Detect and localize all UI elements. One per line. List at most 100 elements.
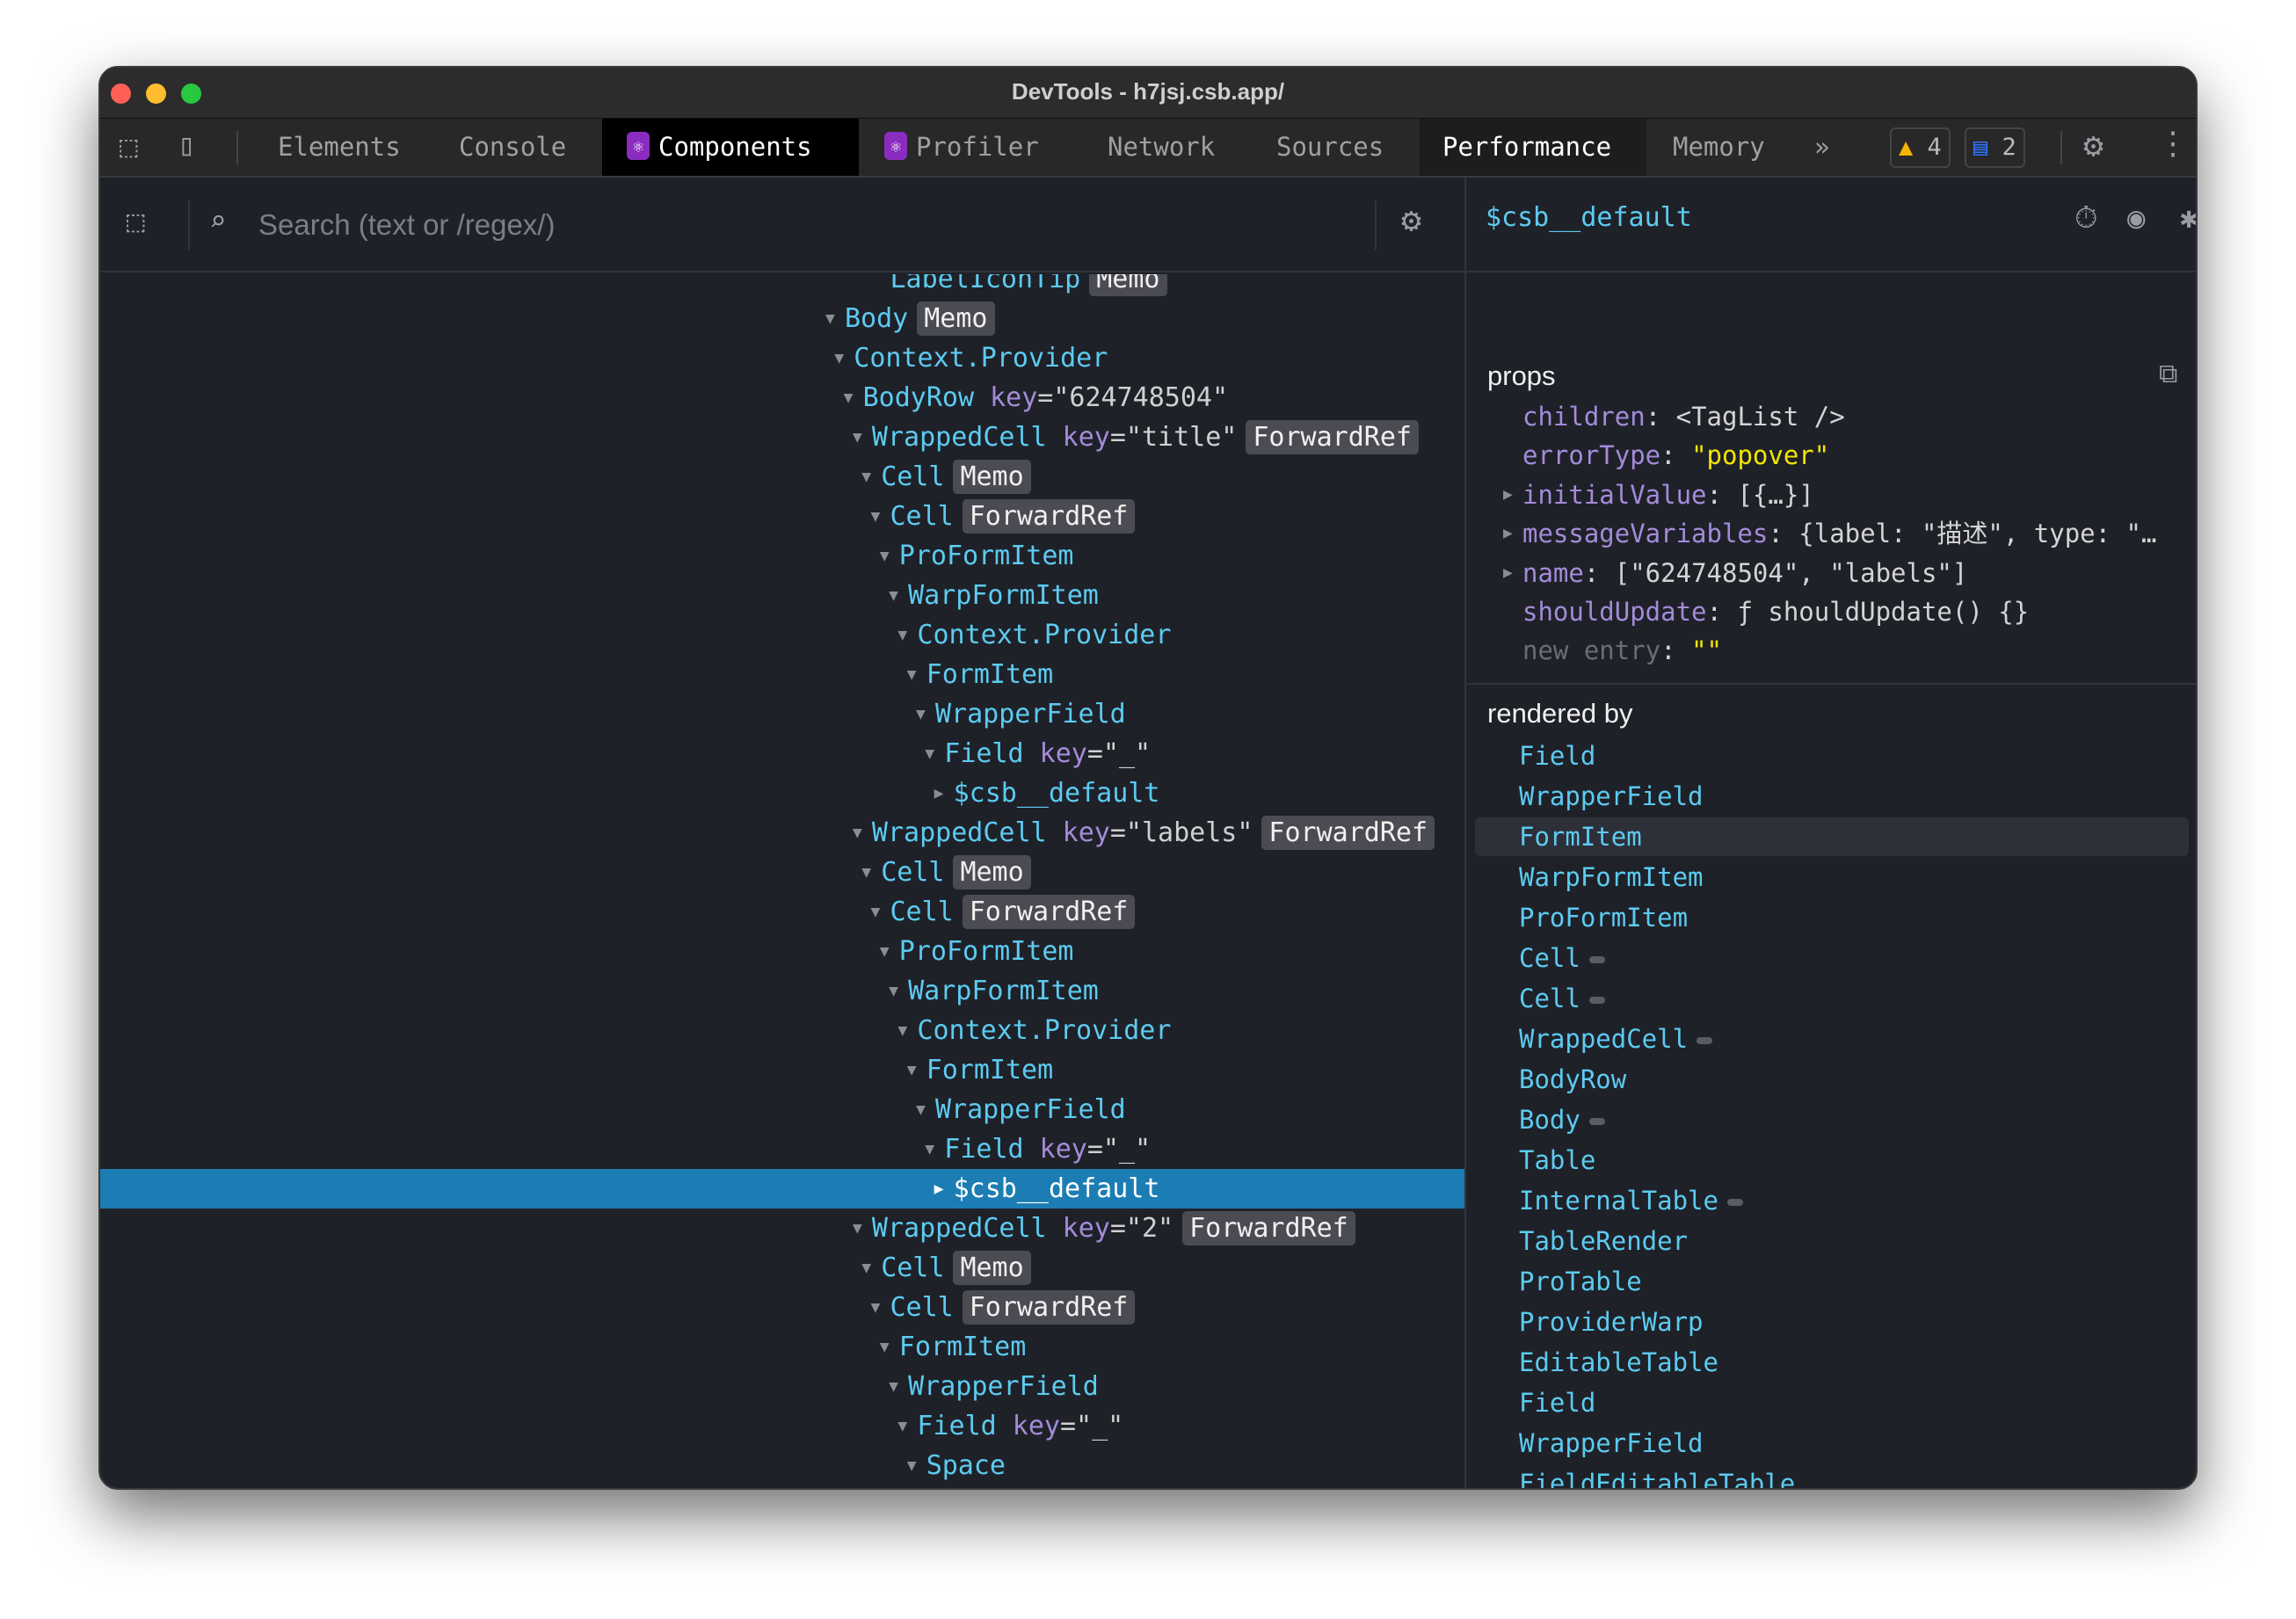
rendered-by-item[interactable]: Cell xyxy=(1475,979,2189,1018)
rendered-by-item[interactable]: InternalTable xyxy=(1475,1181,2189,1220)
collapse-arrow-icon[interactable]: ▼ xyxy=(880,1327,890,1367)
rendered-by-item[interactable]: BodyRow xyxy=(1475,1060,2189,1099)
tab-profiler[interactable]: ⚛ Profiler xyxy=(884,119,1039,176)
tab-elements[interactable]: Elements xyxy=(278,119,401,176)
stopwatch-icon[interactable]: ⏱ xyxy=(2074,200,2098,236)
prop-row[interactable]: ▶ messageVariables: {label: "描述", type: "… xyxy=(1503,514,2156,553)
more-options-icon[interactable]: ⋮ xyxy=(2157,126,2189,162)
rendered-by-item[interactable]: WrappedCell xyxy=(1475,1020,2189,1058)
tree-row[interactable]: ▼ WarpFormItem xyxy=(100,576,1464,615)
tree-row[interactable]: ▼ Context.Provider xyxy=(100,338,1464,378)
bug-icon[interactable]: ✱ xyxy=(2180,200,2196,236)
tab-sources[interactable]: Sources xyxy=(1276,119,1384,176)
collapse-arrow-icon[interactable]: ▼ xyxy=(916,1090,926,1129)
tab-network[interactable]: Network xyxy=(1108,119,1215,176)
tree-row[interactable]: ▼ ProFormItem xyxy=(100,536,1464,576)
tree-row[interactable]: ▼ Field key="_" xyxy=(100,1129,1464,1169)
settings-gear-icon[interactable]: ⚙ xyxy=(1401,200,1421,239)
prop-row[interactable]: children: <TagList /> xyxy=(1522,397,1845,436)
eye-icon[interactable]: ◉ xyxy=(2127,200,2145,236)
rendered-by-item[interactable]: TableRender xyxy=(1475,1222,2189,1260)
rendered-by-item[interactable]: Field xyxy=(1475,1383,2189,1422)
prop-row[interactable]: ▶ name: ["624748504", "labels"] xyxy=(1503,554,1967,592)
expand-arrow-icon[interactable]: ▶ xyxy=(934,1169,944,1209)
collapse-arrow-icon[interactable]: ▼ xyxy=(871,497,881,536)
tree-row[interactable]: ▼ FormItem xyxy=(100,1050,1464,1090)
collapse-arrow-icon[interactable]: ▼ xyxy=(861,1248,871,1288)
rendered-by-item[interactable]: FieldEditableTable xyxy=(1475,1464,2189,1488)
tree-row[interactable]: ▼ WrapperField xyxy=(100,694,1464,734)
select-element-icon[interactable]: ⬚ xyxy=(127,204,144,239)
rendered-by-item[interactable]: WrapperField xyxy=(1475,777,2189,816)
tree-row[interactable]: ▼ WrappedCell key="2" ForwardRef xyxy=(100,1209,1464,1248)
tree-row[interactable]: ▼ FormItem xyxy=(100,655,1464,694)
tab-console[interactable]: Console xyxy=(459,119,566,176)
tab-components[interactable]: ⚛ Components xyxy=(602,119,859,176)
collapse-arrow-icon[interactable]: ▼ xyxy=(853,813,862,853)
collapse-arrow-icon[interactable]: ▼ xyxy=(861,853,871,892)
tree-row[interactable]: ▼ Cell ForwardRef xyxy=(100,1288,1464,1327)
more-tabs-button[interactable]: » xyxy=(1814,119,1829,176)
rendered-by-item[interactable]: Cell xyxy=(1475,939,2189,977)
collapse-arrow-icon[interactable]: ▼ xyxy=(897,1406,907,1446)
rendered-by-item[interactable]: Field xyxy=(1475,737,2189,775)
tree-row[interactable]: ▶ $csb__default xyxy=(100,1169,1464,1209)
collapse-arrow-icon[interactable]: ▼ xyxy=(880,536,890,576)
collapse-arrow-icon[interactable]: ▼ xyxy=(889,1367,898,1406)
collapse-arrow-icon[interactable]: ▼ xyxy=(916,694,926,734)
tab-memory[interactable]: Memory xyxy=(1673,119,1765,176)
tree-row[interactable]: ▼ WarpFormItem xyxy=(100,971,1464,1011)
tree-row[interactable]: ▼ FormItem xyxy=(100,1327,1464,1367)
tree-row[interactable]: ▼ WrappedCell key="labels" ForwardRef xyxy=(100,813,1464,853)
rendered-by-item[interactable]: EditableTable xyxy=(1475,1343,2189,1382)
expand-arrow-icon[interactable]: ▶ xyxy=(1503,554,1513,592)
rendered-by-item[interactable]: WarpFormItem xyxy=(1475,858,2189,897)
rendered-by-item[interactable]: FormItem xyxy=(1475,817,2189,856)
collapse-arrow-icon[interactable]: ▼ xyxy=(871,892,881,932)
collapse-arrow-icon[interactable]: ▼ xyxy=(825,299,835,338)
tree-row[interactable]: ▼ BodyRow key="624748504" xyxy=(100,378,1464,417)
tree-row[interactable]: ▼ Body Memo xyxy=(100,299,1464,338)
collapse-arrow-icon[interactable]: ▼ xyxy=(861,457,871,497)
tree-row[interactable]: ▼ Cell ForwardRef xyxy=(100,497,1464,536)
tree-row[interactable]: ▼ WrapperField xyxy=(100,1090,1464,1129)
search-input[interactable] xyxy=(258,199,1436,251)
collapse-arrow-icon[interactable]: ▼ xyxy=(907,1446,917,1485)
collapse-arrow-icon[interactable]: ▼ xyxy=(897,1011,907,1050)
collapse-arrow-icon[interactable]: ▼ xyxy=(880,932,890,971)
settings-gear-icon[interactable]: ⚙ xyxy=(2083,126,2103,164)
tree-row[interactable]: ▼ Cell Memo xyxy=(100,457,1464,497)
device-toolbar-icon[interactable]: ▯ xyxy=(178,127,195,163)
collapse-arrow-icon[interactable]: ▼ xyxy=(871,1288,881,1327)
tree-row[interactable]: ▼ ProFormItem xyxy=(100,932,1464,971)
tab-performance[interactable]: Performance xyxy=(1420,119,1646,176)
collapse-arrow-icon[interactable]: ▼ xyxy=(907,1050,917,1090)
rendered-by-item[interactable]: WrapperField xyxy=(1475,1424,2189,1463)
tree-row[interactable]: ▼ WrapperField xyxy=(100,1367,1464,1406)
tree-row[interactable]: ▼ Cell Memo xyxy=(100,853,1464,892)
expand-arrow-icon[interactable]: ▶ xyxy=(1503,514,1513,553)
collapse-arrow-icon[interactable]: ▼ xyxy=(925,1129,934,1169)
tree-row[interactable]: ▼ Context.Provider xyxy=(100,615,1464,655)
tree-row[interactable]: ▼ Cell ForwardRef xyxy=(100,892,1464,932)
expand-arrow-icon[interactable]: ▶ xyxy=(1503,476,1513,514)
tree-row[interactable]: ▶ $csb__default xyxy=(100,773,1464,813)
tree-row[interactable]: LabelIconTip Memo xyxy=(100,274,1464,299)
tree-row[interactable]: ▼ Space xyxy=(100,1446,1464,1485)
collapse-arrow-icon[interactable]: ▼ xyxy=(853,1209,862,1248)
rendered-by-item[interactable]: ProFormItem xyxy=(1475,898,2189,937)
collapse-arrow-icon[interactable]: ▼ xyxy=(853,417,862,457)
collapse-arrow-icon[interactable]: ▼ xyxy=(897,615,907,655)
prop-row[interactable]: errorType: "popover" xyxy=(1522,436,1829,475)
rendered-by-item[interactable]: ProTable xyxy=(1475,1262,2189,1301)
tree-row[interactable]: ▼ Field key="_" xyxy=(100,734,1464,773)
rendered-by-item[interactable]: Table xyxy=(1475,1141,2189,1180)
rendered-by-item[interactable]: Body xyxy=(1475,1100,2189,1139)
warnings-counter[interactable]: ▲ 4 xyxy=(1890,127,1951,168)
tree-row[interactable]: ▼ Context.Provider xyxy=(100,1011,1464,1050)
tree-row[interactable]: ▼ WrappedCell key="title" ForwardRef xyxy=(100,417,1464,457)
prop-value[interactable]: "" xyxy=(1691,635,1722,665)
messages-counter[interactable]: ▤ 2 xyxy=(1965,127,2025,168)
tree-row[interactable]: ▼ Field key="_" xyxy=(100,1406,1464,1446)
prop-row[interactable]: ▶ initialValue: [{…}] xyxy=(1503,476,1814,514)
